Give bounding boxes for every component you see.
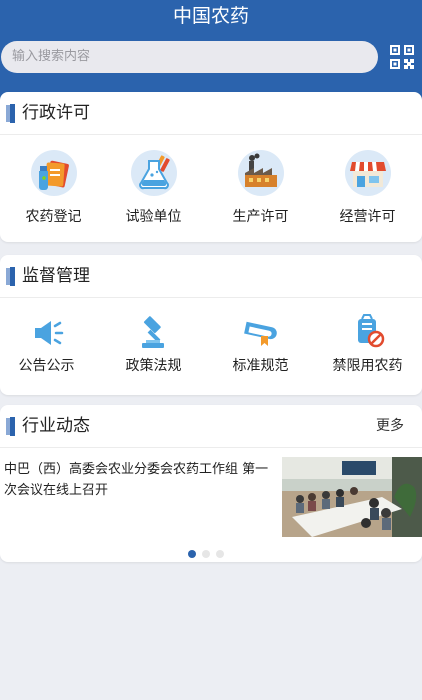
- supervision-grid: 公告公示 政策法规 标准规范 禁限用农药: [0, 298, 422, 398]
- gavel-icon: [142, 316, 164, 348]
- section-book-icon: [6, 417, 15, 436]
- grid-item-label: 农药登记: [25, 209, 82, 225]
- admin-permit-header: 行政许可: [0, 92, 422, 135]
- admin-permit-grid: 农药登记 试验单位 生产许可 经营许可: [0, 135, 422, 235]
- lab-flask-icon: [131, 150, 177, 196]
- supervision-header: 监督管理: [0, 255, 422, 298]
- megaphone-icon: [35, 321, 64, 345]
- store-icon: [345, 150, 391, 196]
- grid-item-label: 公告公示: [18, 358, 75, 374]
- section-title: 行业动态: [22, 416, 90, 436]
- prohibited-pesticide-icon: [358, 314, 385, 348]
- grid-item-business-permit[interactable]: 经营许可: [314, 135, 421, 235]
- news-photo[interactable]: [282, 457, 422, 537]
- grid-item-label: 生产许可: [232, 209, 289, 225]
- admin-permit-card: 行政许可 农药登记 试验单位 生产许可 经营许可: [0, 92, 422, 242]
- section-title: 行政许可: [22, 103, 90, 123]
- supervision-card: 监督管理 公告公示 政策法规 标准规范 禁限用农药: [0, 255, 422, 395]
- grid-item-label: 经营许可: [339, 209, 396, 225]
- grid-item-production-permit[interactable]: 生产许可: [207, 135, 314, 235]
- pesticide-registration-icon: [31, 150, 77, 196]
- grid-item-label: 政策法规: [125, 358, 182, 374]
- carousel-dot[interactable]: [202, 550, 210, 558]
- qr-code-icon[interactable]: [390, 45, 414, 69]
- carousel-dot[interactable]: [216, 550, 224, 558]
- grid-item-label: 禁限用农药: [332, 358, 403, 374]
- grid-item-banned-pesticides[interactable]: 禁限用农药: [314, 298, 421, 398]
- news-headline[interactable]: 中巴（西）高委会农业分委会农药工作组 第一次会议在线上召开: [4, 459, 280, 501]
- section-title: 监督管理: [22, 266, 90, 286]
- grid-item-standards[interactable]: 标准规范: [207, 298, 314, 398]
- grid-item-policy[interactable]: 政策法规: [100, 298, 207, 398]
- news-header: 行业动态 更多: [0, 405, 422, 448]
- section-book-icon: [6, 104, 15, 123]
- app-title: 中国农药: [172, 5, 249, 27]
- carousel-dot-active[interactable]: [188, 550, 196, 558]
- section-book-icon: [6, 267, 15, 286]
- news-card: 行业动态 更多 中巴（西）高委会农业分委会农药工作组 第一次会议在线上召开: [0, 405, 422, 562]
- grid-item-label: 标准规范: [232, 358, 289, 374]
- carousel-indicator: [188, 543, 230, 558]
- grid-item-announcement[interactable]: 公告公示: [0, 298, 100, 398]
- top-bar: 中国农药 输入搜索内容: [0, 0, 422, 100]
- grid-item-lab[interactable]: 试验单位: [100, 135, 207, 235]
- grid-item-label: 试验单位: [125, 209, 182, 225]
- search-input[interactable]: 输入搜索内容: [1, 41, 378, 73]
- more-link[interactable]: 更多: [376, 405, 404, 447]
- grid-item-pesticide-registration[interactable]: 农药登记: [0, 135, 107, 235]
- book-ribbon-icon: [244, 321, 277, 346]
- factory-icon: [238, 150, 284, 196]
